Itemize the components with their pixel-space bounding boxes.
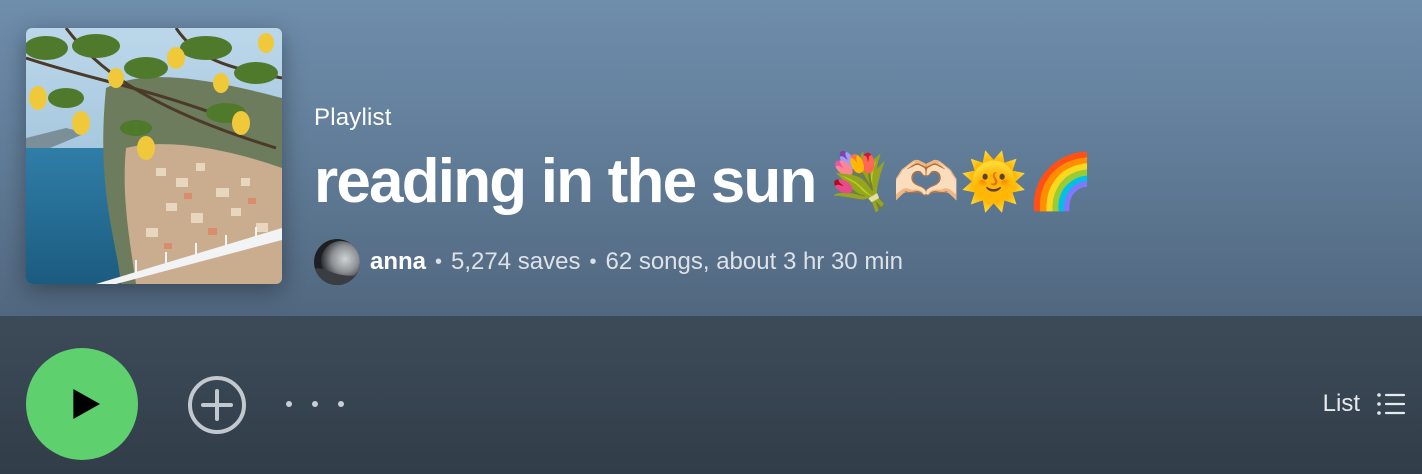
saves-count: 5,274 saves: [451, 248, 581, 275]
more-horizontal-icon: [286, 401, 292, 407]
view-mode-label: List: [1322, 390, 1360, 417]
view-mode-toggle[interactable]: List: [1323, 384, 1406, 424]
playlist-title-text: reading in the sun: [314, 147, 817, 216]
playlist-title[interactable]: reading in the sun 💐🫶🏻🌞🌈: [314, 142, 1095, 222]
playlist-byline: anna • 5,274 saves • 62 songs, about 3 h…: [314, 238, 1095, 286]
add-to-library-button[interactable]: [186, 374, 248, 436]
playlist-header: Playlist reading in the sun 💐🫶🏻🌞🌈 anna •…: [0, 0, 1422, 316]
more-options-button[interactable]: [286, 388, 344, 420]
list-view-icon: [1377, 393, 1406, 415]
owner-avatar[interactable]: [314, 239, 360, 285]
play-icon: [73, 389, 100, 419]
add-circle-icon: [188, 376, 246, 434]
playlist-cover-image[interactable]: [26, 28, 282, 284]
playlist-meta: Playlist reading in the sun 💐🫶🏻🌞🌈 anna •…: [314, 100, 1095, 286]
play-button[interactable]: [26, 348, 138, 460]
owner-name-link[interactable]: anna: [370, 248, 426, 276]
songs-duration: 62 songs, about 3 hr 30 min: [605, 248, 903, 275]
more-horizontal-icon-dot: [338, 401, 344, 407]
playlist-type-label: Playlist: [314, 104, 392, 131]
byline-separator: •: [435, 250, 443, 273]
more-horizontal-icon-dot: [312, 401, 318, 407]
byline-separator: •: [589, 250, 597, 273]
playlist-page: Playlist reading in the sun 💐🫶🏻🌞🌈 anna •…: [0, 0, 1422, 474]
playlist-title-emojis: 💐🫶🏻🌞🌈: [825, 150, 1095, 213]
action-bar: List: [0, 316, 1422, 474]
